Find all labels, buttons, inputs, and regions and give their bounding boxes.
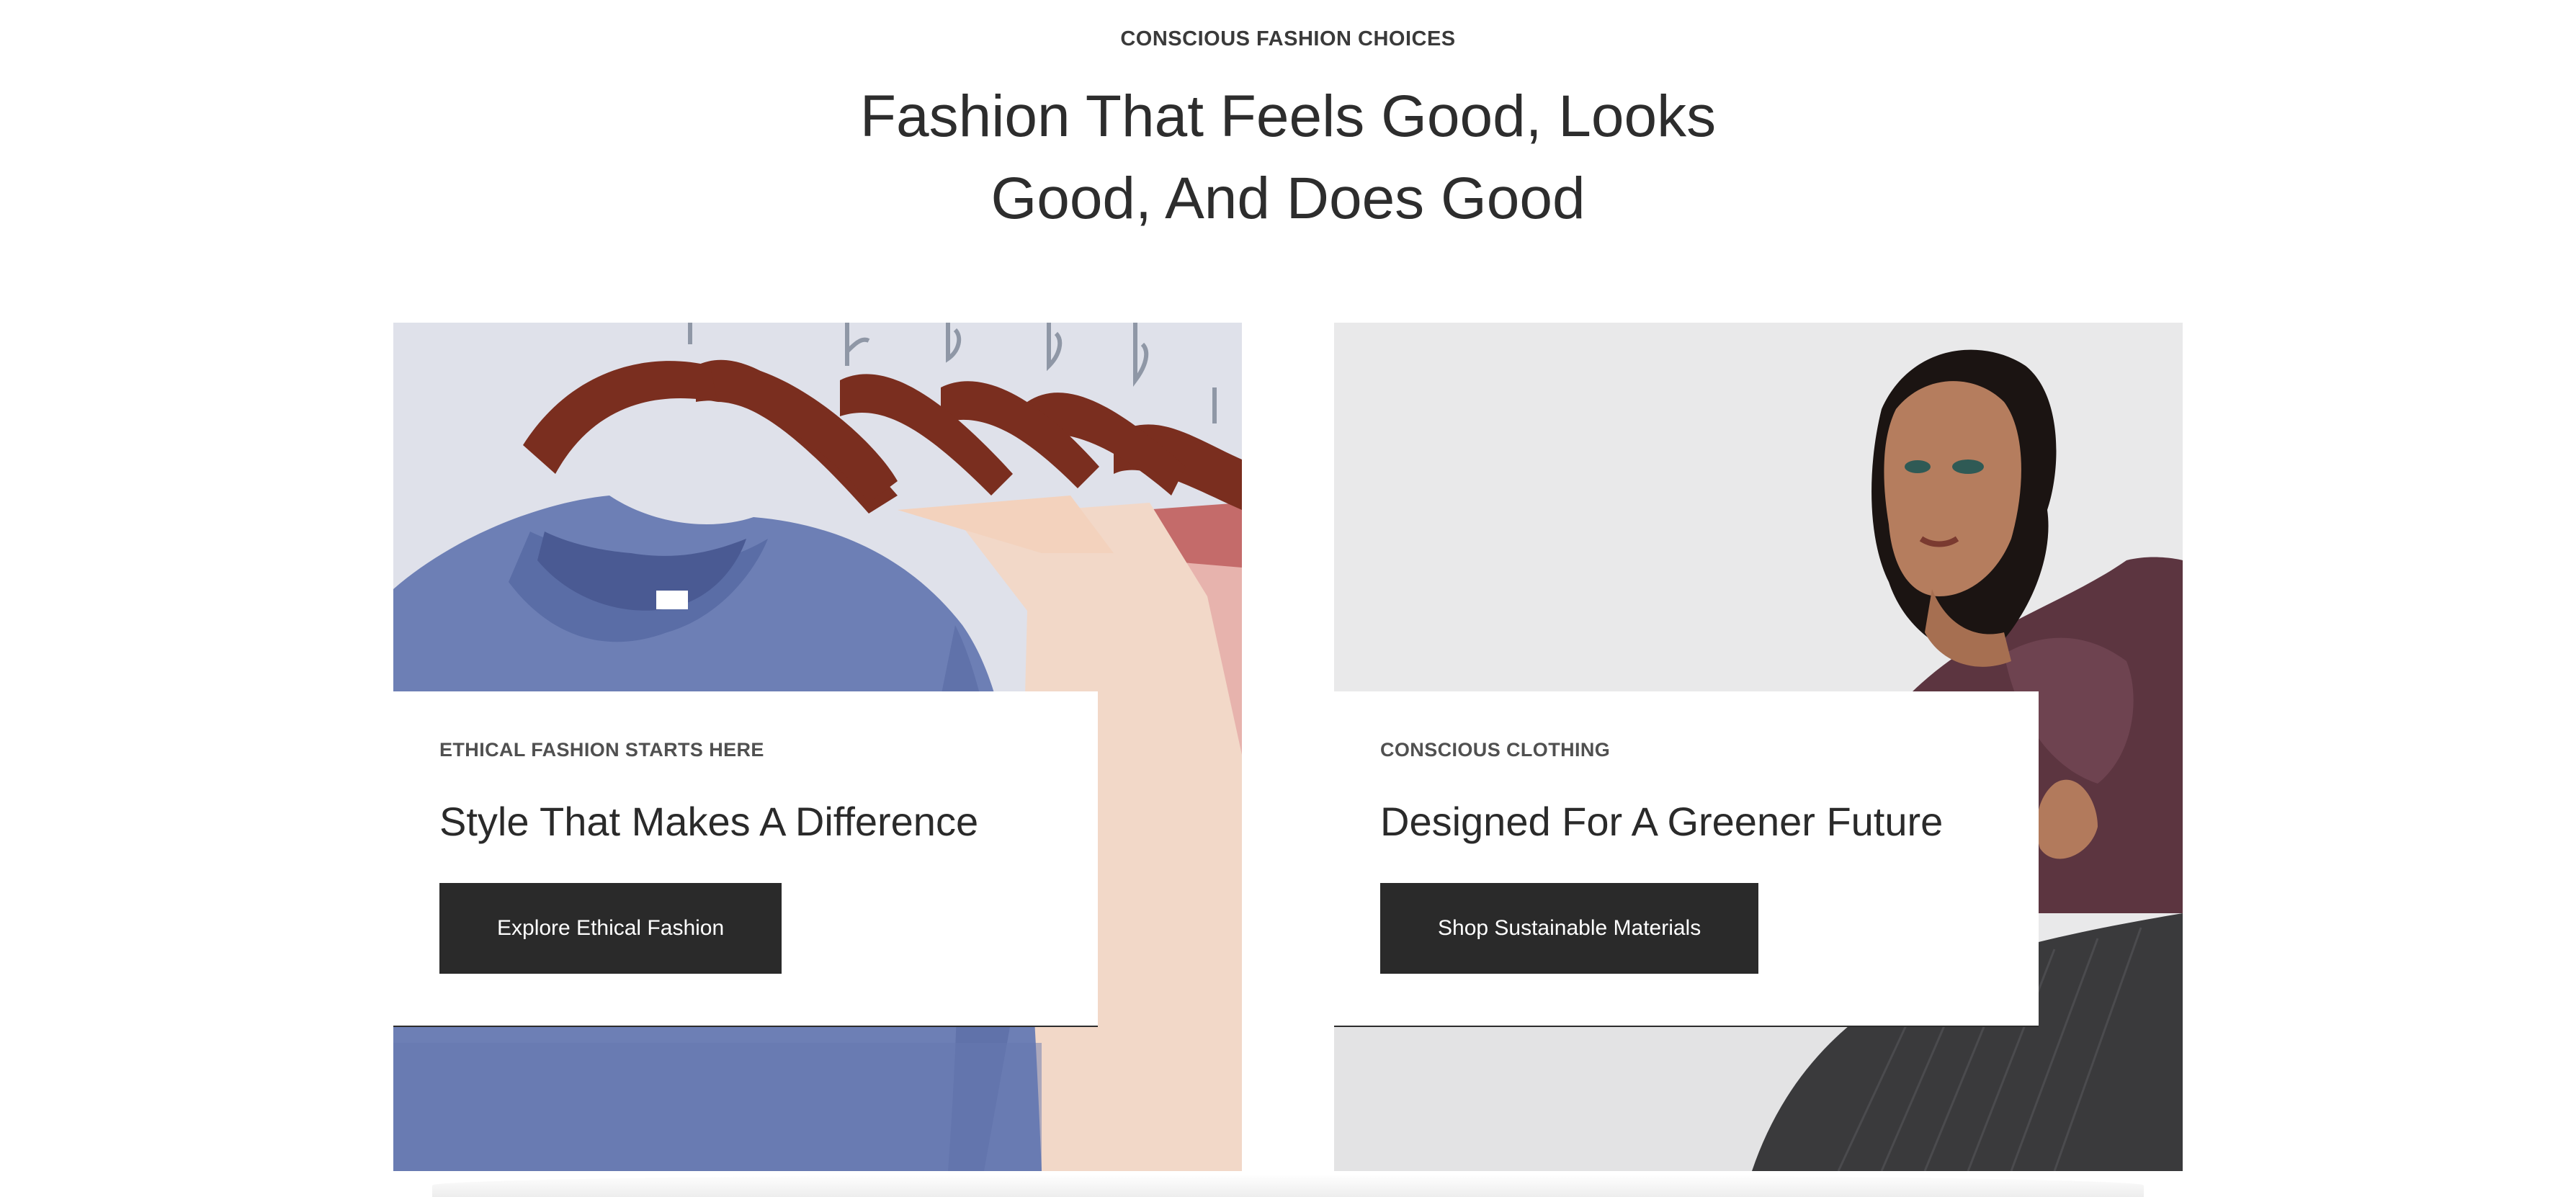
card-eyebrow: CONSCIOUS CLOTHING	[1380, 739, 1611, 761]
section-eyebrow: CONSCIOUS FASHION CHOICES	[1120, 27, 1456, 50]
explore-ethical-fashion-button[interactable]: Explore Ethical Fashion	[439, 883, 782, 974]
section-headline: Fashion That Feels Good, Looks Good, And…	[0, 76, 2576, 240]
section-divider-shadow	[432, 1174, 2144, 1197]
headline-line-2: Good, And Does Good	[990, 166, 1586, 231]
shop-sustainable-materials-button[interactable]: Shop Sustainable Materials	[1380, 883, 1759, 974]
card-panel-conscious: CONSCIOUS CLOTHING Designed For A Greene…	[1334, 691, 2039, 1027]
headline-line-1: Fashion That Feels Good, Looks	[859, 84, 1717, 149]
card-eyebrow: ETHICAL FASHION STARTS HERE	[439, 739, 764, 761]
card-title: Designed For A Greener Future	[1380, 799, 1944, 844]
card-title: Style That Makes A Difference	[439, 799, 979, 844]
card-panel-ethical: ETHICAL FASHION STARTS HERE Style That M…	[393, 691, 1098, 1027]
